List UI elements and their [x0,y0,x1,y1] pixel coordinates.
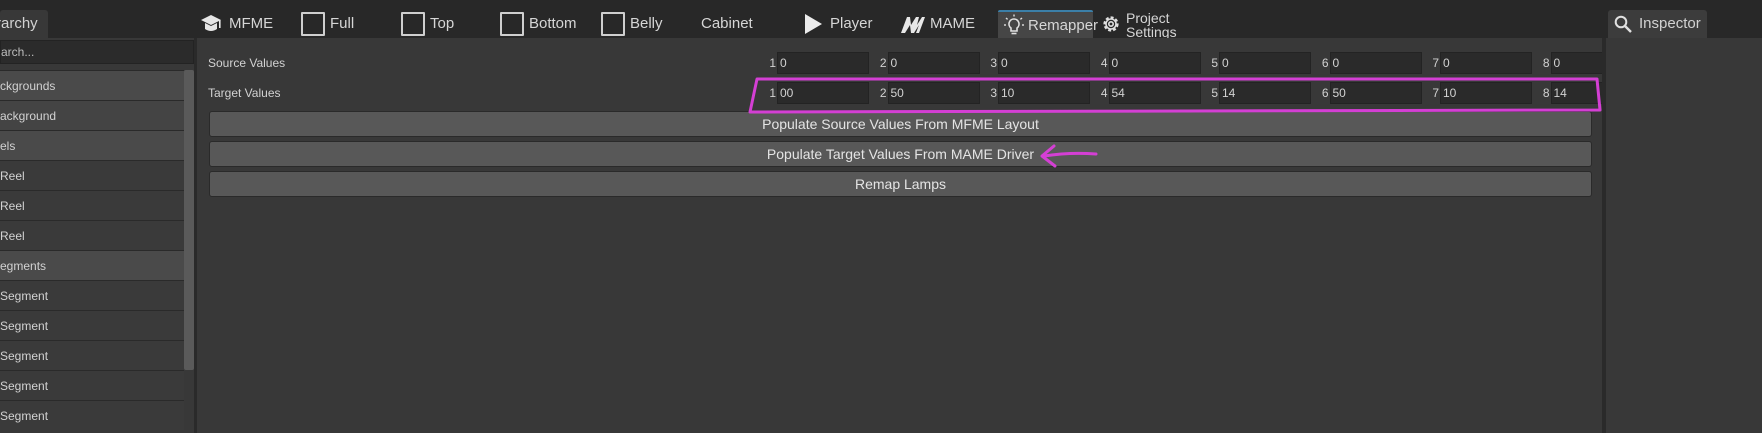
tab-mfme[interactable]: MFME [200,10,280,38]
target-value-input[interactable]: 50 [887,82,980,104]
target-value-input[interactable]: 10 [1440,82,1532,104]
tab-bottom-label: Bottom [529,15,577,32]
inspector-tab-label: Inspector [1639,15,1701,32]
target-values-label: Target Values [208,86,281,100]
hierarchy-item[interactable]: Segment [0,310,184,340]
target-index-label: 2 [879,86,887,100]
source-value-input[interactable]: 0 [998,52,1090,74]
tab-full[interactable]: Full [301,10,371,38]
target-index-label: 6 [1321,86,1329,100]
tab-remapper-label: Remapper [1028,17,1099,34]
hierarchy-item[interactable]: ackground [0,100,184,130]
lightbulb-icon [1004,14,1024,35]
tab-player-label: Player [830,15,873,32]
target-value-input[interactable]: 50 [1329,82,1422,104]
target-index-label: 7 [1432,86,1439,100]
populate-target-button[interactable]: Populate Target Values From MAME Driver [209,141,1592,167]
inspector-panel [1602,38,1762,433]
remapper-panel: Source Values Target Values 102030405060… [197,38,1643,433]
tab-full-label: Full [330,15,355,32]
target-value-input[interactable]: 54 [1108,82,1201,104]
target-value-input[interactable]: 10 [998,82,1090,104]
tab-cabinet-label: Cabinet [701,15,753,32]
hierarchy-item[interactable]: Reel [0,220,184,250]
source-value-input[interactable]: 0 [1440,52,1532,74]
target-index-label: 5 [1211,86,1218,100]
hierarchy-item[interactable]: Reel [0,190,184,220]
tab-remapper[interactable]: Remapper [998,10,1098,38]
mame-logo-icon [901,17,925,33]
source-index-label: 6 [1321,56,1329,70]
belly-checkbox-icon[interactable] [601,12,625,36]
tab-belly-label: Belly [630,15,663,32]
target-value-input[interactable]: 00 [777,82,869,104]
hierarchy-item[interactable]: Segment [0,340,184,370]
bottom-checkbox-icon[interactable] [500,12,524,36]
source-index-label: 4 [1100,56,1108,70]
tab-bottom[interactable]: Bottom [500,10,590,38]
source-index-label: 5 [1211,56,1218,70]
play-icon [805,14,822,34]
source-index-label: 3 [990,56,997,70]
hierarchy-category[interactable]: ckgrounds [0,70,184,100]
hierarchy-category[interactable]: egments [0,250,184,280]
target-index-label: 8 [1542,86,1550,100]
source-index-label: 2 [879,56,887,70]
source-index-label: 1 [769,56,776,70]
tab-project-settings-label: Project Settings [1126,11,1177,39]
source-value-input[interactable]: 0 [1329,52,1422,74]
tab-belly[interactable]: Belly [601,10,681,38]
tab-cabinet[interactable]: Cabinet [701,10,781,38]
source-index-label: 7 [1432,56,1439,70]
populate-source-button[interactable]: Populate Source Values From MFME Layout [209,111,1592,137]
tab-mame-label: MAME [930,15,975,32]
source-value-input[interactable]: 0 [887,52,980,74]
hierarchy-search-input[interactable]: arch... [0,40,194,64]
tab-top[interactable]: Top [401,10,471,38]
hierarchy-item[interactable]: Segment [0,370,184,400]
hierarchy-scrollbar[interactable] [184,70,194,370]
hierarchy-category[interactable]: els [0,130,184,160]
hierarchy-tab-label: rarchy [0,15,38,32]
full-checkbox-icon[interactable] [301,12,325,36]
hierarchy-panel-tab[interactable]: rarchy [0,10,48,38]
hierarchy-panel: arch... ckgrounds ackground els Reel Reel Ree… [0,38,196,433]
tab-mfme-label: MFME [229,15,274,32]
source-value-input[interactable]: 0 [777,52,869,74]
inspector-panel-tab[interactable]: Inspector [1608,10,1707,38]
hierarchy-item[interactable]: Reel [0,160,184,190]
source-value-input[interactable]: 0 [1219,52,1311,74]
tab-top-label: Top [430,15,455,32]
source-values-label: Source Values [208,56,286,70]
mfme-icon [201,15,221,31]
remap-lamps-button[interactable]: Remap Lamps [209,171,1592,197]
source-index-label: 8 [1542,56,1550,70]
hierarchy-item[interactable]: Segment [0,400,184,430]
target-index-label: 3 [990,86,997,100]
tab-project-settings[interactable]: Project Settings [1100,10,1195,39]
top-checkbox-icon[interactable] [401,12,425,36]
hierarchy-item[interactable]: Segment [0,280,184,310]
source-value-input[interactable]: 0 [1108,52,1201,74]
gear-icon [1103,16,1119,32]
tab-player[interactable]: Player [803,10,883,38]
tab-mame[interactable]: MAME [900,10,980,38]
target-index-label: 1 [769,86,776,100]
search-icon [1614,15,1632,33]
target-index-label: 4 [1100,86,1108,100]
target-value-input[interactable]: 14 [1219,82,1311,104]
